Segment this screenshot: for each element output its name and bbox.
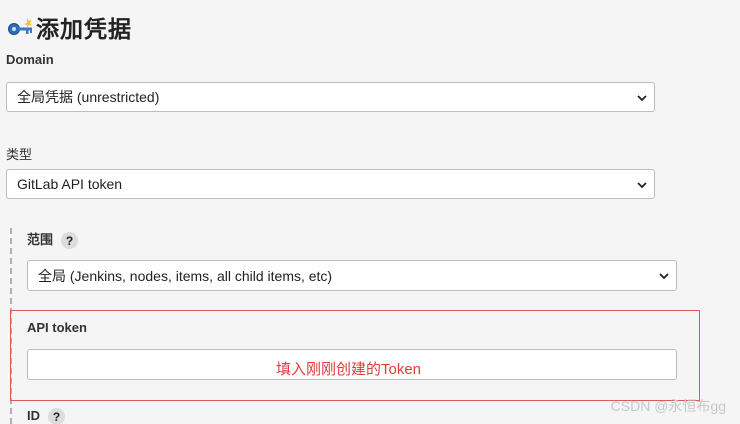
kind-select-value: GitLab API token	[17, 176, 123, 192]
scope-select-value: 全局 (Jenkins, nodes, items, all child ite…	[38, 267, 333, 284]
domain-label: Domain	[6, 52, 54, 67]
domain-select-value: 全局凭据 (unrestricted)	[17, 89, 160, 105]
key-icon	[6, 12, 34, 42]
domain-select[interactable]: 全局凭据 (unrestricted)	[6, 82, 655, 112]
help-icon[interactable]: ?	[61, 232, 79, 250]
page-title: 添加凭据	[36, 16, 132, 42]
api-token-annotation: 填入刚刚创建的Token	[276, 361, 422, 378]
chevron-down-icon	[658, 269, 670, 281]
scope-label: 范围	[27, 232, 54, 247]
page-header: 添加凭据	[6, 10, 132, 44]
chevron-down-icon	[636, 91, 648, 103]
kind-select[interactable]: GitLab API token	[6, 169, 655, 199]
watermark: CSDN @永恒布gg	[610, 398, 726, 414]
help-icon[interactable]: ?	[48, 408, 65, 424]
id-label-row: ID?	[27, 408, 65, 424]
add-credentials-page: 添加凭据 Domain 全局凭据 (unrestricted) 类型 GitLa…	[0, 0, 740, 424]
scope-label-row: 范围?	[27, 229, 79, 250]
id-label: ID	[27, 408, 40, 423]
chevron-down-icon	[636, 178, 648, 190]
scope-select[interactable]: 全局 (Jenkins, nodes, items, all child ite…	[27, 260, 677, 291]
api-token-label: API token	[27, 320, 87, 335]
kind-label: 类型	[6, 147, 33, 162]
